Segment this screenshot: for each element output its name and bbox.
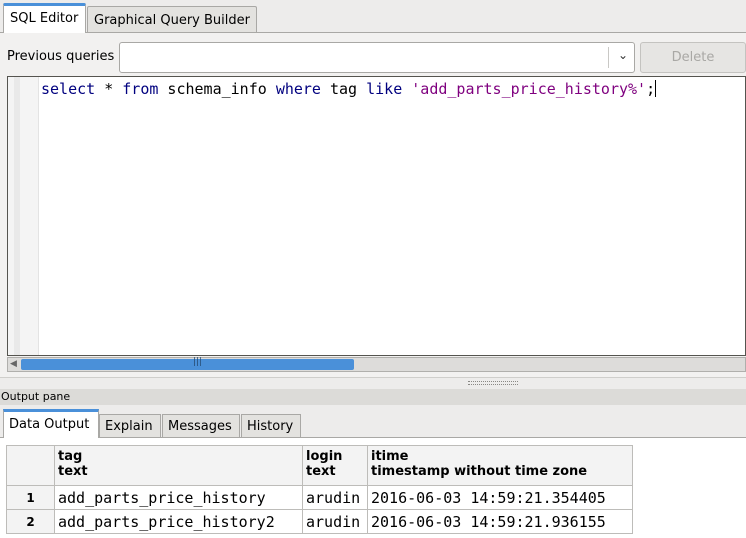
splitter-grip-icon[interactable] — [468, 381, 518, 385]
row-number[interactable]: 2 — [6, 509, 55, 534]
table-row: 2 add_parts_price_history2 arudin 2016-0… — [6, 509, 633, 534]
tab-sql-editor[interactable]: SQL Editor — [3, 3, 86, 33]
sql-query-line[interactable]: select * from schema_info where tag like… — [41, 80, 657, 98]
output-tab-bar: Data Output Explain Messages History — [0, 406, 746, 438]
delete-button[interactable]: Delete — [640, 42, 746, 73]
results-table: tag text login text itime timestamp without… — [6, 445, 633, 534]
dropdown-separator — [608, 47, 609, 68]
sql-keyword: from — [122, 80, 159, 98]
tab-history[interactable]: History — [241, 414, 301, 438]
chevron-down-icon[interactable]: ⌄ — [618, 48, 628, 62]
sql-keyword: like — [366, 80, 403, 98]
column-name: login — [306, 449, 343, 464]
table-row: 1 add_parts_price_history arudin 2016-06… — [6, 485, 633, 510]
editor-horizontal-scrollbar[interactable]: ◀ ||| — [7, 357, 746, 372]
table-cell[interactable]: arudin — [302, 485, 368, 510]
previous-queries-label: Previous queries — [7, 49, 115, 64]
column-name: tag — [58, 449, 83, 464]
column-header-tag[interactable]: tag text — [54, 445, 303, 486]
sql-keyword: where — [275, 80, 321, 98]
table-cell[interactable]: 2016-06-03 14:59:21.354405 — [367, 485, 633, 510]
row-number[interactable]: 1 — [6, 485, 55, 510]
column-type: timestamp without time zone — [371, 464, 588, 479]
table-cell[interactable]: arudin — [302, 509, 368, 534]
editor-gutter — [8, 77, 39, 355]
editor-tab-bar: SQL Editor Graphical Query Builder — [0, 0, 746, 33]
output-pane-title: Output pane — [0, 389, 746, 405]
pane-splitter[interactable] — [0, 377, 746, 389]
sql-text: tag — [320, 80, 367, 98]
column-header-itime[interactable]: itime timestamp without time zone — [367, 445, 633, 486]
scrollbar-thumb[interactable]: ||| — [21, 357, 354, 370]
sql-string-literal: 'add_parts_price_history%' — [411, 80, 647, 98]
tab-graphical-query-builder[interactable]: Graphical Query Builder — [87, 6, 257, 33]
sql-text: * — [95, 80, 123, 98]
tab-messages[interactable]: Messages — [162, 414, 240, 438]
table-cell[interactable]: 2016-06-03 14:59:21.936155 — [367, 509, 633, 534]
tab-explain[interactable]: Explain — [99, 414, 161, 438]
table-cell[interactable]: add_parts_price_history2 — [54, 509, 303, 534]
table-cell[interactable]: add_parts_price_history — [54, 485, 303, 510]
text-caret — [655, 80, 657, 97]
grip-icon: ||| — [193, 357, 203, 367]
sql-keyword: select — [41, 80, 96, 98]
tab-data-output[interactable]: Data Output — [3, 409, 99, 438]
previous-queries-dropdown[interactable]: ⌄ — [119, 42, 635, 73]
fold-margin — [14, 77, 20, 355]
sql-code-editor[interactable]: select * from schema_info where tag like… — [7, 76, 746, 356]
grid-corner[interactable] — [6, 445, 55, 486]
header-row: tag text login text itime timestamp without… — [6, 445, 633, 486]
column-name: itime — [371, 449, 409, 464]
column-header-login[interactable]: login text — [302, 445, 368, 486]
column-type: text — [58, 464, 88, 479]
sql-editor-panel: Previous queries ⌄ Delete select * from … — [0, 32, 746, 377]
data-output-grid: tag text login text itime timestamp without… — [0, 437, 746, 538]
sql-terminator: ; — [646, 80, 656, 98]
sql-text: schema_info — [158, 80, 276, 98]
scroll-left-arrow-icon[interactable]: ◀ — [10, 358, 17, 371]
column-type: text — [306, 464, 336, 479]
